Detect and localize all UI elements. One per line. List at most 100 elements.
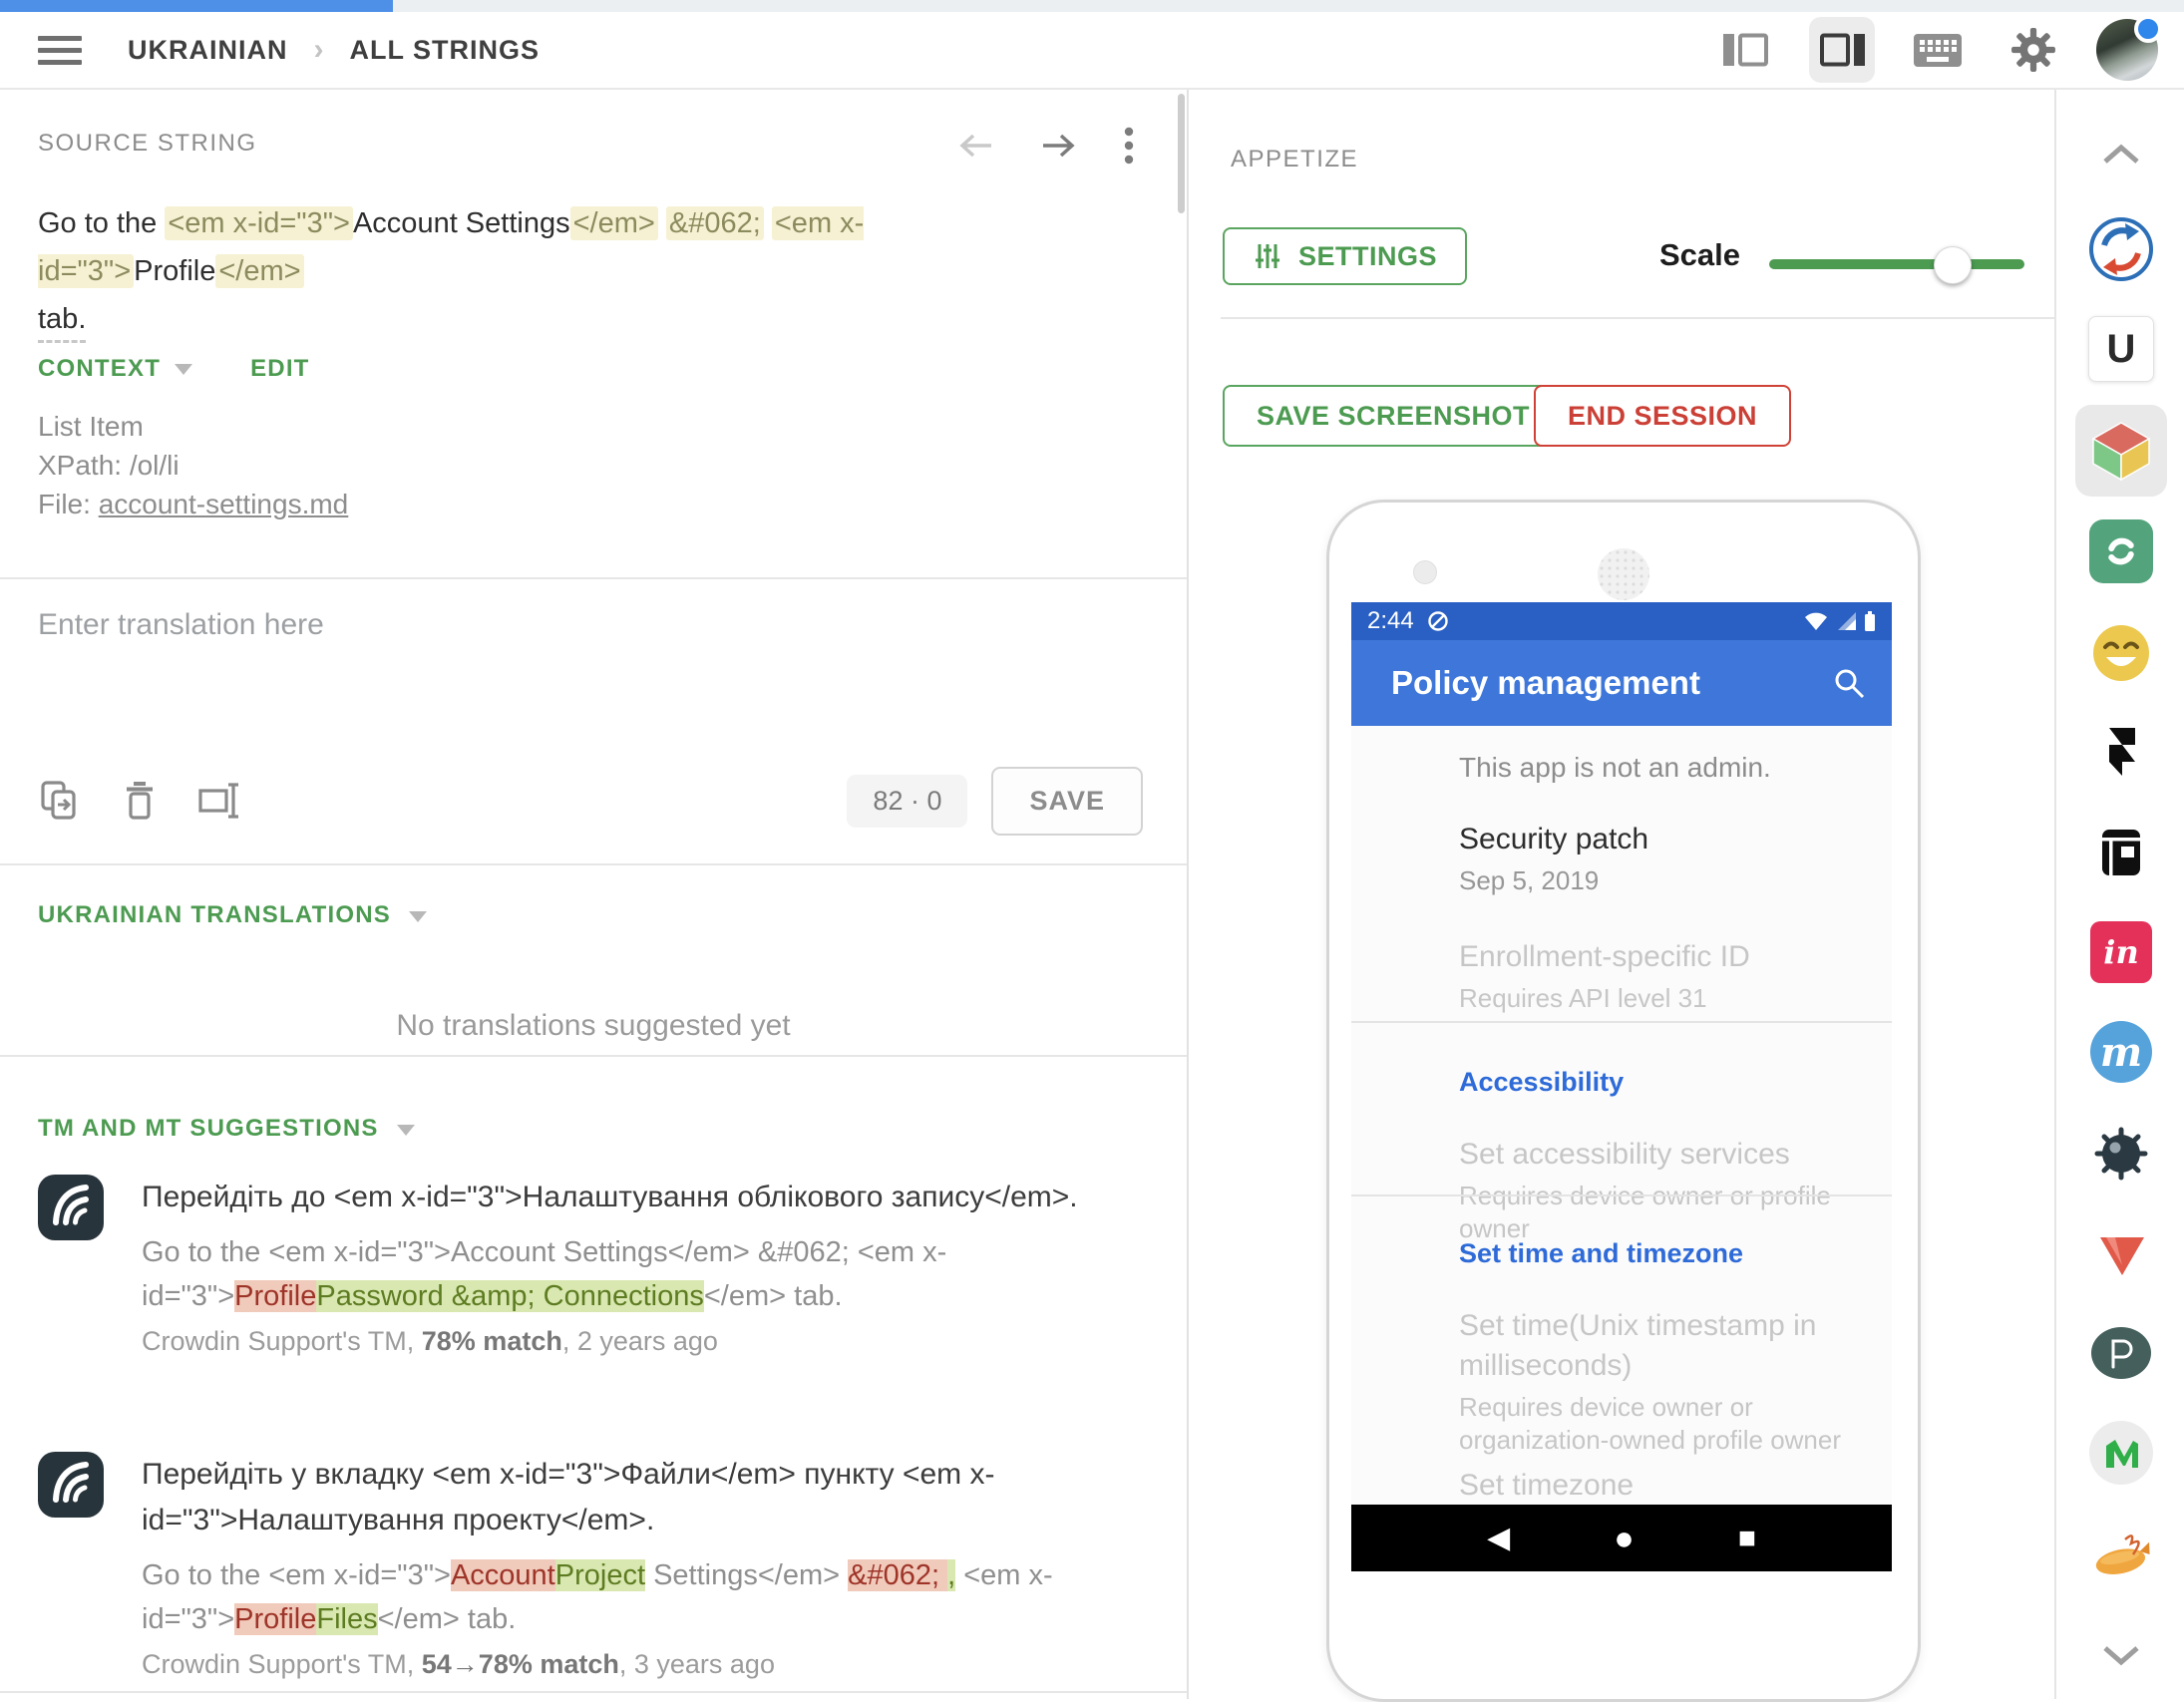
list-item: Set timezone	[1459, 1466, 1852, 1506]
breadcrumb-filter[interactable]: ALL STRINGS	[350, 35, 541, 66]
appetize-settings-button[interactable]: SETTINGS	[1223, 227, 1467, 285]
list-item: Enrollment-specific ID Requires API leve…	[1459, 937, 1852, 1015]
layout-left-panel-button[interactable]	[1713, 17, 1779, 83]
scale-slider-knob[interactable]	[1934, 246, 1972, 284]
no-translations-message: No translations suggested yet	[0, 1009, 1187, 1043]
u-letter-icon: U	[2088, 316, 2154, 382]
text-cursor-icon	[197, 779, 241, 823]
status-bar: 2:44	[1351, 602, 1892, 640]
tm-suggestion[interactable]: Перейдіть до <em x-id="3">Налаштування о…	[38, 1175, 1139, 1357]
translations-heading[interactable]: UKRAINIAN TRANSLATIONS	[38, 901, 391, 928]
nav-home-icon[interactable]: ●	[1614, 1522, 1635, 1555]
smiley-icon	[2091, 623, 2151, 683]
source-segment: Profile	[134, 255, 215, 287]
sidebar-item-marvel[interactable]: m	[2075, 1006, 2167, 1098]
panel-scrollbar[interactable]	[1178, 94, 1185, 213]
keyboard-shortcuts-button[interactable]	[1905, 17, 1971, 83]
cube-icon	[2088, 418, 2154, 484]
section-header: Accessibility	[1459, 1067, 1624, 1098]
sidebar-item-mine-app[interactable]	[2075, 1108, 2167, 1199]
sidebar-item-emoji-app[interactable]	[2075, 607, 2167, 699]
source-string-heading: SOURCE STRING	[38, 130, 257, 158]
sidebar-item-zeplin[interactable]	[2075, 1510, 2167, 1601]
context-collapse-icon[interactable]	[175, 364, 192, 375]
end-session-button[interactable]: END SESSION	[1534, 385, 1791, 447]
sidebar-item-asset-cube-active[interactable]	[2075, 405, 2167, 497]
source-segment	[764, 207, 772, 239]
suggestion-meta: Crowdin Support's TM, 78% match, 2 years…	[142, 1326, 1139, 1357]
invision-icon: in	[2090, 921, 2152, 983]
save-translation-button[interactable]: SAVE	[991, 767, 1143, 836]
phone-camera	[1413, 560, 1437, 584]
panel-left-icon	[1723, 32, 1769, 68]
online-status-badge	[2134, 15, 2162, 43]
previous-string-icon[interactable]	[955, 130, 995, 162]
red-layers-triangle-icon	[2093, 1227, 2149, 1279]
save-screenshot-button[interactable]: SAVE SCREENSHOT	[1223, 385, 1564, 447]
app-bar: Policy management	[1351, 640, 1892, 726]
next-string-icon[interactable]	[1039, 130, 1079, 162]
context-edit-button[interactable]: EDIT	[250, 355, 309, 383]
appetize-heading: APPETIZE	[1231, 146, 1358, 173]
suggestion-target-text: Перейдіть у вкладку <em x-id="3">Файли</…	[142, 1452, 1139, 1543]
book-icon	[2092, 824, 2150, 881]
zeppelin-icon	[2089, 1530, 2153, 1581]
nav-recents-icon[interactable]: ■	[1738, 1524, 1756, 1553]
context-file-link[interactable]: account-settings.md	[99, 489, 349, 519]
tm-suggestions-heading[interactable]: TM AND MT SUGGESTIONS	[38, 1115, 379, 1142]
source-tag: </em>	[570, 206, 658, 240]
layout-right-panel-button[interactable]	[1809, 17, 1875, 83]
device-emulator[interactable]: 2:44	[1326, 500, 1921, 1702]
gear-icon	[2010, 27, 2056, 73]
trash-icon	[120, 779, 160, 823]
sidebar-scroll-down[interactable]	[2075, 1609, 2167, 1701]
menu-icon[interactable]	[38, 29, 82, 72]
top-bar: UKRAINIAN › ALL STRINGS	[0, 12, 2184, 90]
select-text-button[interactable]	[197, 779, 241, 823]
translation-input[interactable]: Enter translation here	[38, 608, 324, 642]
search-icon[interactable]	[1832, 666, 1866, 700]
sidebar-item-red-triangle-app[interactable]	[2075, 1207, 2167, 1299]
copy-source-button[interactable]	[38, 779, 82, 823]
scale-slider[interactable]	[1769, 259, 2024, 269]
sidebar-item-medium[interactable]	[2075, 1407, 2167, 1499]
scale-label: Scale	[1659, 237, 1740, 273]
sidebar-scroll-up[interactable]	[2075, 109, 2167, 200]
diff-deleted: &#062;	[848, 1559, 947, 1591]
sidebar-item-framer[interactable]	[2075, 707, 2167, 799]
signal-icon	[1835, 611, 1857, 631]
sidebar-item-language-sync[interactable]	[2075, 203, 2167, 295]
diff-inserted: Password &amp; Connections	[316, 1280, 703, 1312]
sidebar-item-principle[interactable]	[2075, 1307, 2167, 1399]
settings-label: SETTINGS	[1298, 241, 1437, 272]
data-saver-icon	[1426, 609, 1450, 633]
sidebar-item-sync-app[interactable]	[2075, 506, 2167, 597]
framer-icon	[2093, 725, 2149, 781]
list-item[interactable]: Security patch Sep 5, 2019	[1459, 820, 1852, 897]
more-options-icon[interactable]	[1123, 126, 1135, 166]
translations-collapse-icon[interactable]	[409, 911, 427, 922]
source-segment: Account Settings	[353, 207, 570, 239]
settings-gear-button[interactable]	[2001, 17, 2066, 83]
clear-translation-button[interactable]	[120, 779, 160, 823]
context-heading[interactable]: CONTEXT	[38, 355, 161, 383]
nav-back-icon[interactable]: ◀	[1487, 1524, 1510, 1553]
sidebar-item-u-app[interactable]: U	[2075, 303, 2167, 395]
diff-deleted: Profile	[234, 1603, 316, 1635]
breadcrumb-language[interactable]: UKRAINIAN	[128, 35, 288, 66]
sidebar-item-sketchbook[interactable]	[2075, 807, 2167, 898]
tm-collapse-icon[interactable]	[397, 1125, 415, 1136]
phone-screen[interactable]: 2:44	[1351, 602, 1892, 1571]
sidebar-item-invision[interactable]: in	[2075, 906, 2167, 998]
keyboard-icon	[1914, 34, 1962, 67]
app-title: Policy management	[1391, 664, 1700, 702]
user-avatar[interactable]	[2096, 19, 2158, 81]
progress-fill	[0, 0, 393, 12]
breadcrumb-chevron-icon: ›	[314, 33, 324, 67]
context-type: List Item	[38, 407, 348, 446]
diff-inserted: Files	[316, 1603, 377, 1635]
source-segment: Go to the	[38, 207, 165, 239]
char-counter: 82 · 0	[847, 775, 967, 828]
battery-icon	[1864, 610, 1876, 632]
tm-suggestion[interactable]: Перейдіть у вкладку <em x-id="3">Файли</…	[38, 1452, 1139, 1680]
